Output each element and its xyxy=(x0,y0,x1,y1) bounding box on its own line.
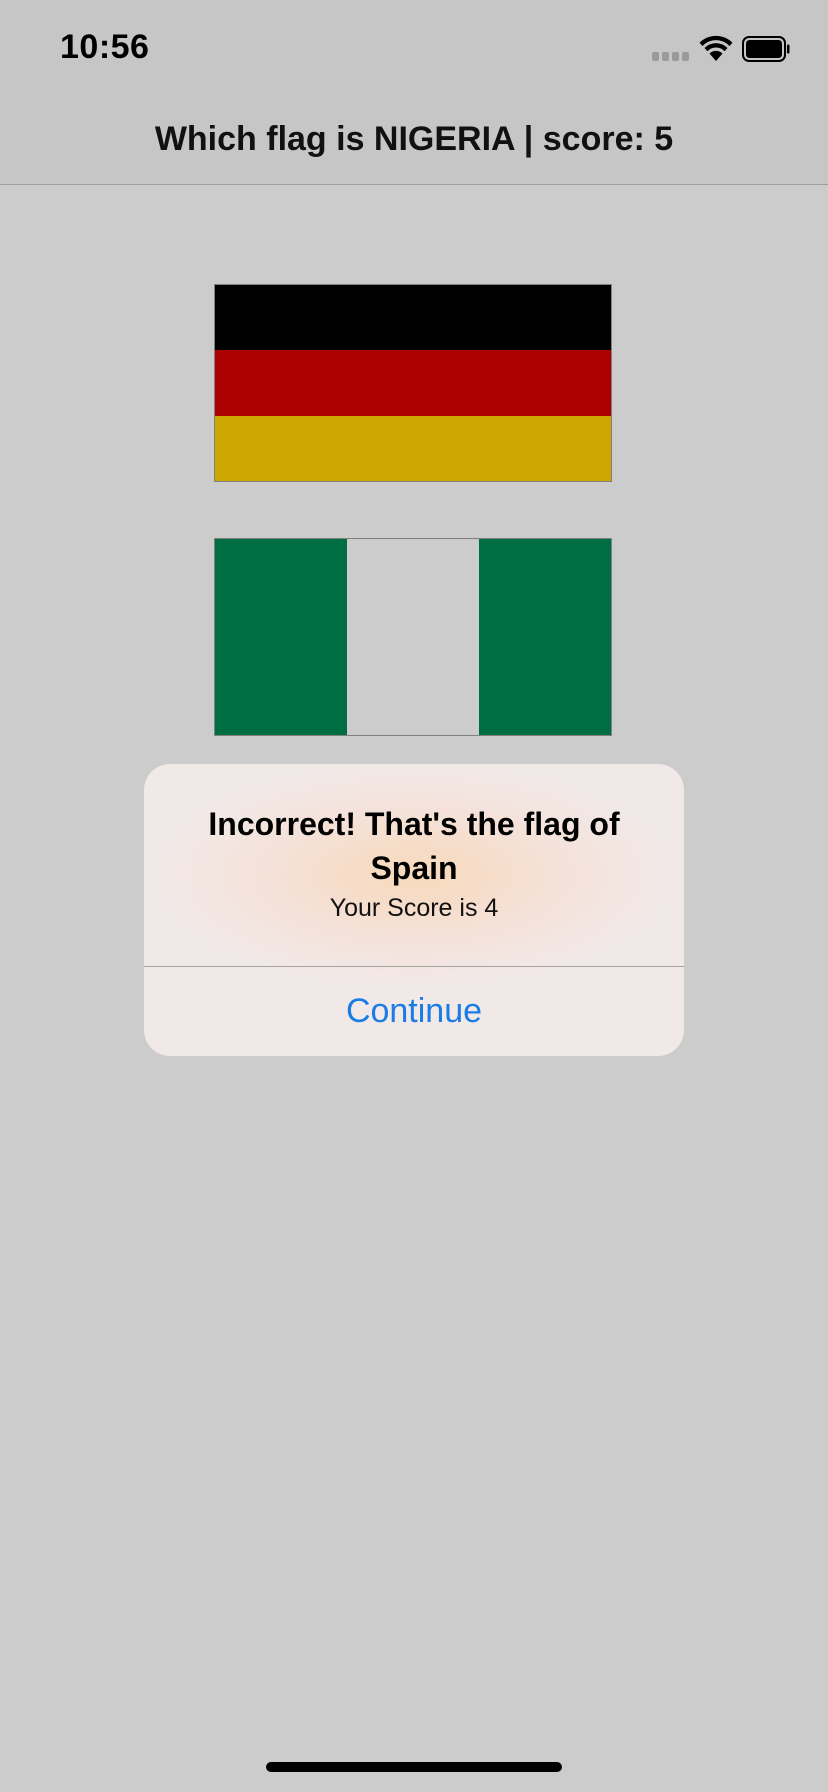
flag-stripe-gold xyxy=(215,415,611,481)
result-alert: Incorrect! That's the flag of Spain Your… xyxy=(144,764,684,1056)
status-time: 10:56 xyxy=(60,28,150,66)
app-screen: 10:56 Which flag is NIGERIA | score: 5 I… xyxy=(0,0,828,1792)
flag-button-nigeria[interactable] xyxy=(214,538,612,736)
status-bar: 10:56 xyxy=(0,0,828,96)
alert-message: Your Score is 4 xyxy=(329,894,499,922)
flag-stripe-white xyxy=(346,539,479,735)
flag-stripe-green-left xyxy=(215,539,348,735)
alert-title: Incorrect! That's the flag of Spain xyxy=(208,806,620,886)
flag-stripe-green-right xyxy=(478,539,611,735)
continue-button[interactable]: Continue xyxy=(144,967,684,1056)
navigation-bar: Which flag is NIGERIA | score: 5 xyxy=(0,96,828,185)
flag-button-germany[interactable] xyxy=(214,284,612,482)
flag-stripe-black xyxy=(215,285,611,351)
flag-stripe-red xyxy=(215,350,611,416)
battery-icon xyxy=(742,36,790,62)
home-indicator[interactable] xyxy=(266,1762,562,1772)
wifi-icon xyxy=(699,35,733,61)
signal-icon xyxy=(652,52,690,62)
page-title: Which flag is NIGERIA | score: 5 xyxy=(154,120,674,158)
